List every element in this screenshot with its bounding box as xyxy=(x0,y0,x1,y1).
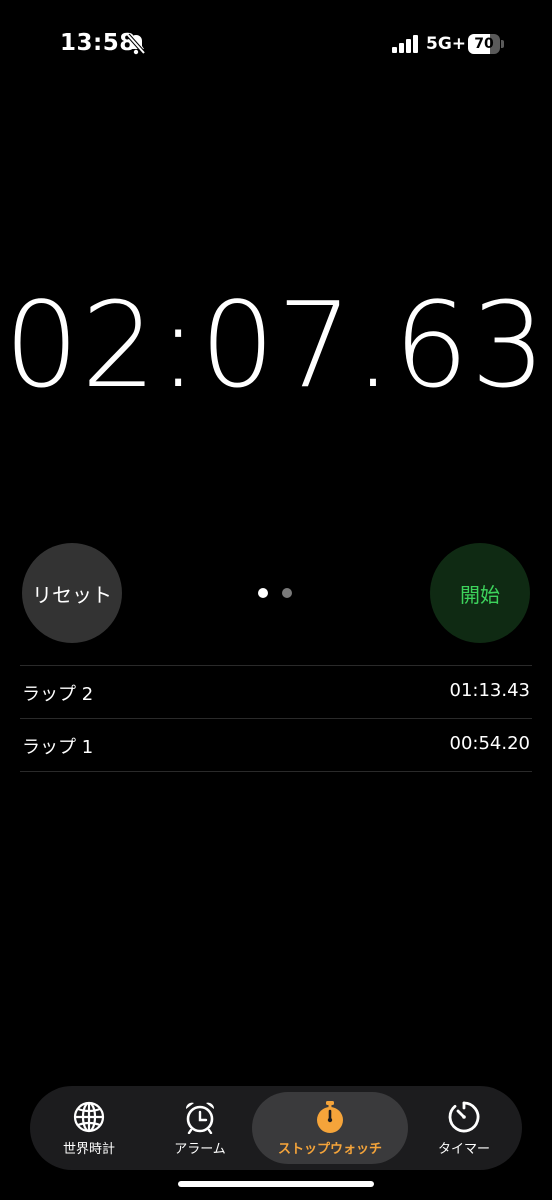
timer-icon xyxy=(448,1101,480,1133)
page-dot-2 xyxy=(282,588,292,598)
tab-bar: 世界時計 アラーム ストップウォッチ タイマー xyxy=(30,1086,522,1170)
tab-stopwatch[interactable]: ストップウォッチ xyxy=(252,1092,408,1164)
globe-icon xyxy=(73,1101,105,1133)
stopwatch-icon xyxy=(317,1101,343,1133)
start-button[interactable]: 開始 xyxy=(430,543,530,643)
bell-slash-icon xyxy=(126,33,146,55)
lap-label: ラップ 2 xyxy=(22,684,94,705)
page-indicator[interactable] xyxy=(258,588,298,600)
status-bar: 13:58 5G+ 70 xyxy=(0,0,552,90)
home-indicator[interactable] xyxy=(178,1181,374,1187)
status-time: 13:58 xyxy=(60,30,136,56)
tab-label: 世界時計 xyxy=(62,1142,115,1157)
lap-time: 01:13.43 xyxy=(449,680,531,701)
tab-label: アラーム xyxy=(174,1142,226,1157)
lap-row: ラップ 2 01:13.43 xyxy=(20,665,532,718)
alarm-clock-icon xyxy=(185,1102,215,1134)
network-type: 5G+ xyxy=(426,34,467,54)
battery-level: 70 xyxy=(474,36,494,52)
tab-label: タイマー xyxy=(437,1142,490,1157)
signal-bars-icon xyxy=(392,35,418,53)
tab-alarm[interactable]: アラーム xyxy=(148,1092,252,1164)
reset-button[interactable]: リセット xyxy=(22,543,122,643)
tab-label: ストップウォッチ xyxy=(277,1142,382,1157)
tab-timer[interactable]: タイマー xyxy=(412,1092,516,1164)
tab-world-clock[interactable]: 世界時計 xyxy=(34,1092,144,1164)
battery-icon: 70 xyxy=(468,34,504,54)
stopwatch-time: 02:07.63 xyxy=(4,276,548,414)
lap-label: ラップ 1 xyxy=(22,737,94,758)
lap-row: ラップ 1 00:54.20 xyxy=(20,718,532,772)
lap-list: ラップ 2 01:13.43 ラップ 1 00:54.20 xyxy=(20,665,532,772)
lap-time: 00:54.20 xyxy=(449,733,531,754)
page-dot-1 xyxy=(258,588,268,598)
